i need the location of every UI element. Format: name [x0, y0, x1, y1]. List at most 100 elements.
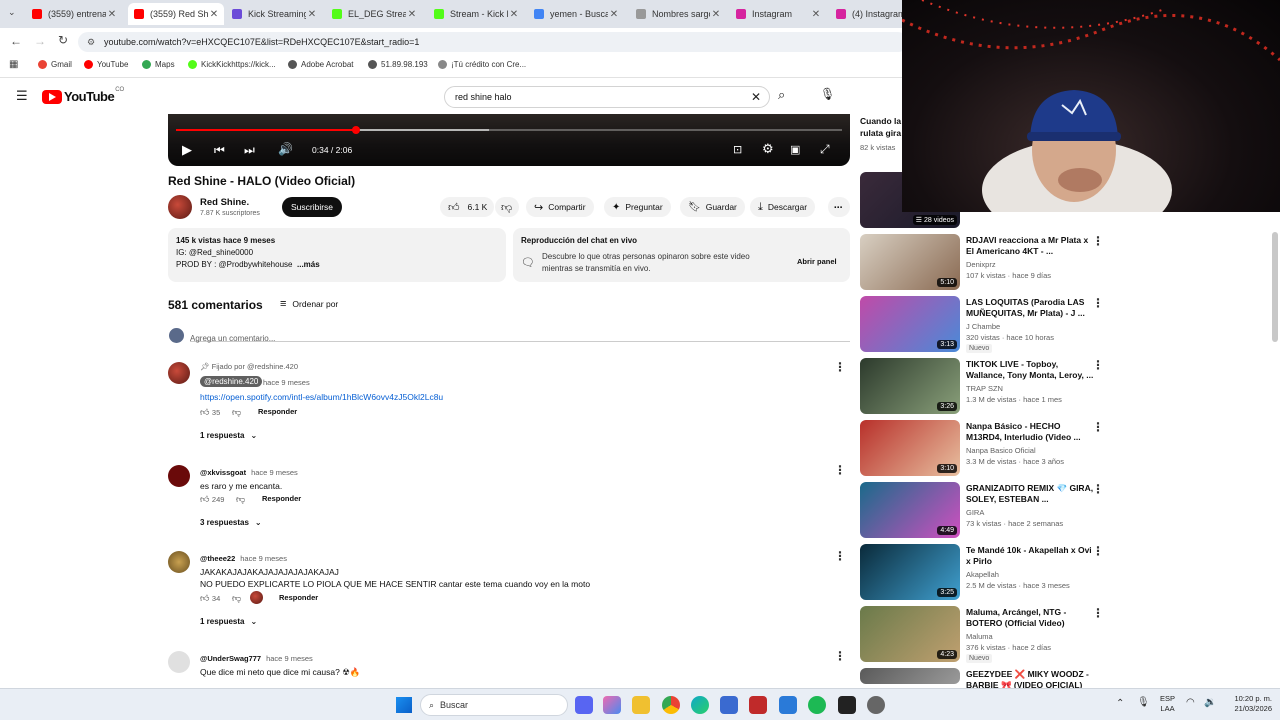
dislike-button[interactable]: 👎︎: [495, 197, 519, 217]
browser-tab[interactable]: (3559) entrena ✕: [26, 3, 122, 25]
comment-avatar[interactable]: [168, 651, 190, 673]
reply-button[interactable]: Responder: [258, 407, 297, 416]
recommendation-menu-icon[interactable]: ⋮: [1092, 358, 1104, 372]
sort-comments-button[interactable]: ≡ Ordenar por: [280, 298, 338, 310]
recommendation-menu-icon[interactable]: ⋮: [1092, 544, 1104, 558]
next-icon[interactable]: ⏭: [244, 143, 255, 158]
fullscreen-icon[interactable]: ⤢: [820, 142, 830, 157]
recommendation-thumbnail[interactable]: 3:26: [860, 358, 960, 414]
menu-icon[interactable]: ☰: [16, 88, 28, 104]
description-box[interactable]: 145 k vistas hace 9 meses IG: @Red_shine…: [168, 228, 506, 282]
microphone-icon[interactable]: 🎙: [1137, 697, 1150, 708]
wifi-icon[interactable]: ◠: [1186, 697, 1195, 708]
save-button[interactable]: 🔖︎ Guardar: [680, 197, 745, 217]
browser-tab[interactable]: yemen - Busca ✕: [528, 3, 624, 25]
comment-dislike-icon[interactable]: 👎︎: [236, 494, 245, 505]
recommendation-channel[interactable]: Akapellah: [966, 569, 999, 580]
recommendation-thumbnail[interactable]: 3:10: [860, 420, 960, 476]
comment-author[interactable]: @xkvissgoat hace 9 meses: [200, 468, 298, 477]
bookmark-item[interactable]: 51.89.98.193: [368, 60, 428, 69]
copilot-icon[interactable]: [603, 696, 621, 714]
discord-icon[interactable]: [575, 696, 593, 714]
recommendation-title[interactable]: Maluma, Arcángel, NTG - BOTERO (Official…: [966, 607, 1094, 629]
comment-avatar[interactable]: [168, 362, 190, 384]
tab-search-chevron-icon[interactable]: ⌄: [8, 7, 16, 18]
recommendation-channel[interactable]: GIRA: [966, 507, 984, 518]
recommendation-title[interactable]: TIKTOK LIVE - Topboy, Wallance, Tony Mon…: [966, 359, 1094, 381]
volume-icon[interactable]: 🔊: [278, 142, 293, 156]
comment-dislike-icon[interactable]: 👎︎: [232, 593, 241, 604]
comment-menu-icon[interactable]: ⋮: [834, 463, 846, 477]
forward-icon[interactable]: →: [34, 34, 46, 48]
recommendation-menu-icon[interactable]: ⋮: [1092, 296, 1104, 310]
comment-author[interactable]: @UnderSwag777 hace 9 meses: [200, 654, 313, 663]
comment-avatar[interactable]: [168, 551, 190, 573]
comment-menu-icon[interactable]: ⋮: [834, 360, 846, 374]
recommendation-channel[interactable]: TRAP SZN: [966, 383, 1003, 394]
search-input[interactable]: red shine halo ✕: [444, 86, 770, 108]
channel-avatar[interactable]: [168, 195, 192, 219]
tab-close-icon[interactable]: ✕: [208, 9, 220, 20]
comment-author-badge[interactable]: @redshine.420: [200, 376, 263, 387]
recommendation-title[interactable]: RDJAVI reacciona a Mr Plata x El America…: [966, 235, 1094, 257]
recommendation-channel[interactable]: J Chambe: [966, 321, 1000, 332]
volume-tray-icon[interactable]: 🔉: [1204, 697, 1216, 708]
back-icon[interactable]: ←: [10, 34, 22, 48]
bookmark-item[interactable]: Gmail: [38, 60, 72, 69]
recommendation-channel[interactable]: Nanpa Basico Oficial: [966, 445, 1036, 456]
settings-icon[interactable]: ⚙: [762, 141, 774, 157]
progress-track[interactable]: [176, 126, 842, 134]
miniplayer-icon[interactable]: ▣: [790, 143, 800, 156]
tab-close-icon[interactable]: ✕: [710, 9, 722, 20]
youtube-logo[interactable]: YouTube CO: [42, 87, 124, 104]
previous-icon[interactable]: ⏮: [214, 143, 225, 158]
recommendation-thumbnail[interactable]: 5:10: [860, 234, 960, 290]
site-info-icon[interactable]: ⚙: [87, 32, 95, 52]
recommendation-thumbnail[interactable]: 3:13: [860, 296, 960, 352]
recommendation-thumbnail[interactable]: 4:23: [860, 606, 960, 662]
comment-avatar[interactable]: [168, 465, 190, 487]
bookmark-item[interactable]: Adobe Acrobat: [288, 60, 353, 69]
subscribe-button[interactable]: Suscribirse: [282, 197, 343, 217]
tab-close-icon[interactable]: ✕: [106, 9, 118, 20]
spotify-icon[interactable]: [808, 696, 826, 714]
description-more[interactable]: ...más: [297, 260, 320, 269]
share-button[interactable]: ↪ Compartir: [526, 197, 594, 217]
open-chat-panel-button[interactable]: Abrir panel: [797, 257, 837, 266]
recommendation-thumbnail[interactable]: [860, 668, 960, 684]
progress-scrubber[interactable]: [351, 126, 360, 134]
tab-close-icon[interactable]: ✕: [810, 9, 822, 20]
page-scrollbar[interactable]: [1272, 232, 1278, 342]
comment-author[interactable]: @theee22 hace 9 meses: [200, 554, 287, 563]
view-replies-button[interactable]: 1 respuesta ⌄: [200, 431, 257, 440]
recommendation-channel[interactable]: Denixprz: [966, 259, 996, 270]
channel-name[interactable]: Red Shine.: [200, 197, 249, 208]
bookmark-item[interactable]: KickKickhttps://kick...: [188, 60, 276, 69]
subtitles-icon[interactable]: ⊡: [733, 143, 742, 156]
add-comment-input[interactable]: Agrega un comentario...: [190, 328, 850, 343]
play-icon[interactable]: ▶: [182, 142, 192, 158]
reply-button[interactable]: Responder: [262, 494, 301, 503]
recommendation-title[interactable]: LAS LOQUITAS (Parodia LAS MUÑEQUITAS, Mr…: [966, 297, 1094, 319]
recommendation-menu-icon[interactable]: ⋮: [1092, 606, 1104, 620]
edge-icon[interactable]: [691, 696, 709, 714]
clock[interactable]: 10:20 p. m. 21/03/2026: [1222, 694, 1272, 714]
reply-button[interactable]: Responder: [279, 593, 318, 602]
tray-chevron-icon[interactable]: ⌃: [1116, 698, 1124, 709]
clear-search-icon[interactable]: ✕: [751, 87, 761, 107]
comment-like-button[interactable]: 👍︎ 34: [200, 593, 220, 604]
bookmark-item[interactable]: ¡Tú crédito con Cre...: [438, 60, 526, 69]
download-button[interactable]: ⤓ Descargar: [750, 197, 816, 217]
recommendation-menu-icon[interactable]: ⋮: [1092, 234, 1104, 248]
browser-tab[interactable]: Stream - Kick D ✕: [428, 3, 524, 25]
comment-dislike-icon[interactable]: 👎︎: [232, 407, 241, 418]
ask-button[interactable]: ✦ Preguntar: [604, 197, 671, 217]
more-actions-button[interactable]: ⋯: [828, 197, 850, 217]
recommendation-menu-icon[interactable]: ⋮: [1092, 420, 1104, 434]
browser-tab[interactable]: Instagram ✕: [730, 3, 826, 25]
video-player[interactable]: ▶ ⏮ ⏭ 🔊 0:34 / 2:06 ⊡ ⚙ ▣ ⤢: [168, 114, 850, 166]
comment-menu-icon[interactable]: ⋮: [834, 649, 846, 663]
browser-tab[interactable]: (4) Instagram: [830, 3, 902, 25]
app-icon[interactable]: [779, 696, 797, 714]
recommendation-menu-icon[interactable]: ⋮: [1092, 482, 1104, 496]
